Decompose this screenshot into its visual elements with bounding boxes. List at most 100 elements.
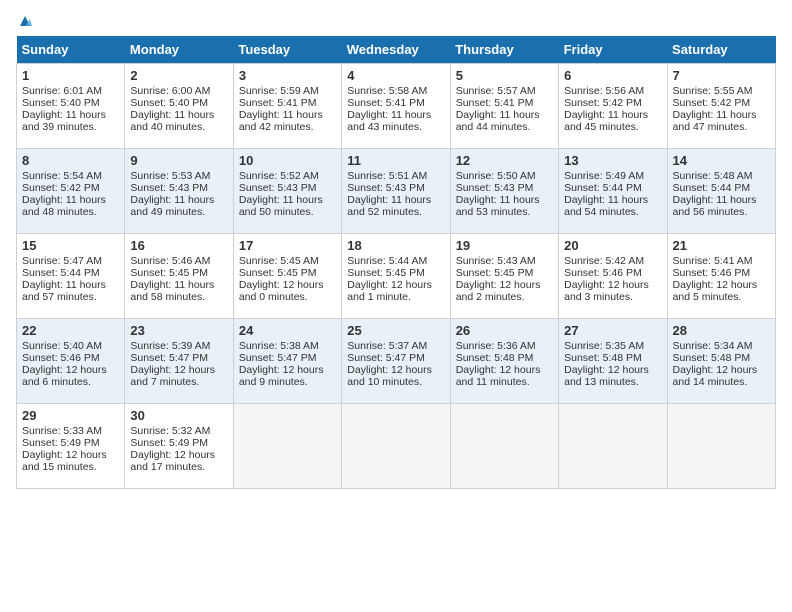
sunrise-text: Sunrise: 5:43 AM <box>456 255 536 267</box>
sunset-text: Sunset: 5:49 PM <box>22 437 100 449</box>
day-number: 19 <box>456 238 553 253</box>
calendar-cell: 22Sunrise: 5:40 AMSunset: 5:46 PMDayligh… <box>17 319 125 404</box>
sunset-text: Sunset: 5:41 PM <box>347 97 425 109</box>
calendar-cell: 15Sunrise: 5:47 AMSunset: 5:44 PMDayligh… <box>17 234 125 319</box>
daylight-text: Daylight: 12 hours and 1 minute. <box>347 279 432 303</box>
calendar-header-wednesday: Wednesday <box>342 36 450 64</box>
daylight-text: Daylight: 11 hours and 57 minutes. <box>22 279 106 303</box>
day-number: 4 <box>347 68 444 83</box>
sunset-text: Sunset: 5:46 PM <box>22 352 100 364</box>
daylight-text: Daylight: 12 hours and 17 minutes. <box>130 449 215 473</box>
day-number: 18 <box>347 238 444 253</box>
calendar-cell <box>342 404 450 489</box>
sunset-text: Sunset: 5:40 PM <box>130 97 208 109</box>
sunrise-text: Sunrise: 5:35 AM <box>564 340 644 352</box>
sunset-text: Sunset: 5:44 PM <box>22 267 100 279</box>
sunrise-text: Sunrise: 5:45 AM <box>239 255 319 267</box>
sunset-text: Sunset: 5:47 PM <box>130 352 208 364</box>
day-number: 29 <box>22 408 119 423</box>
calendar-cell: 8Sunrise: 5:54 AMSunset: 5:42 PMDaylight… <box>17 149 125 234</box>
sunrise-text: Sunrise: 5:46 AM <box>130 255 210 267</box>
sunrise-text: Sunrise: 5:48 AM <box>673 170 753 182</box>
day-number: 5 <box>456 68 553 83</box>
calendar-cell: 4Sunrise: 5:58 AMSunset: 5:41 PMDaylight… <box>342 64 450 149</box>
daylight-text: Daylight: 12 hours and 9 minutes. <box>239 364 324 388</box>
sunrise-text: Sunrise: 5:59 AM <box>239 85 319 97</box>
day-number: 23 <box>130 323 227 338</box>
sunset-text: Sunset: 5:47 PM <box>347 352 425 364</box>
daylight-text: Daylight: 12 hours and 2 minutes. <box>456 279 541 303</box>
daylight-text: Daylight: 11 hours and 47 minutes. <box>673 109 757 133</box>
sunset-text: Sunset: 5:42 PM <box>673 97 751 109</box>
sunrise-text: Sunrise: 6:01 AM <box>22 85 102 97</box>
sunrise-text: Sunrise: 5:33 AM <box>22 425 102 437</box>
calendar-cell: 17Sunrise: 5:45 AMSunset: 5:45 PMDayligh… <box>233 234 341 319</box>
calendar-cell: 5Sunrise: 5:57 AMSunset: 5:41 PMDaylight… <box>450 64 558 149</box>
sunset-text: Sunset: 5:40 PM <box>22 97 100 109</box>
sunrise-text: Sunrise: 5:50 AM <box>456 170 536 182</box>
page-header <box>16 16 776 28</box>
day-number: 13 <box>564 153 661 168</box>
calendar-cell: 21Sunrise: 5:41 AMSunset: 5:46 PMDayligh… <box>667 234 775 319</box>
calendar-cell: 1Sunrise: 6:01 AMSunset: 5:40 PMDaylight… <box>17 64 125 149</box>
calendar-header-sunday: Sunday <box>17 36 125 64</box>
sunset-text: Sunset: 5:45 PM <box>456 267 534 279</box>
calendar-cell: 6Sunrise: 5:56 AMSunset: 5:42 PMDaylight… <box>559 64 667 149</box>
daylight-text: Daylight: 11 hours and 53 minutes. <box>456 194 540 218</box>
day-number: 1 <box>22 68 119 83</box>
sunset-text: Sunset: 5:48 PM <box>673 352 751 364</box>
calendar-header-friday: Friday <box>559 36 667 64</box>
day-number: 8 <box>22 153 119 168</box>
daylight-text: Daylight: 12 hours and 11 minutes. <box>456 364 541 388</box>
calendar-header-monday: Monday <box>125 36 233 64</box>
daylight-text: Daylight: 11 hours and 45 minutes. <box>564 109 648 133</box>
day-number: 14 <box>673 153 770 168</box>
calendar-cell: 12Sunrise: 5:50 AMSunset: 5:43 PMDayligh… <box>450 149 558 234</box>
calendar-week-row: 15Sunrise: 5:47 AMSunset: 5:44 PMDayligh… <box>17 234 776 319</box>
daylight-text: Daylight: 11 hours and 42 minutes. <box>239 109 323 133</box>
sunset-text: Sunset: 5:44 PM <box>564 182 642 194</box>
sunset-text: Sunset: 5:47 PM <box>239 352 317 364</box>
day-number: 11 <box>347 153 444 168</box>
calendar-cell: 3Sunrise: 5:59 AMSunset: 5:41 PMDaylight… <box>233 64 341 149</box>
sunrise-text: Sunrise: 5:42 AM <box>564 255 644 267</box>
calendar-cell: 13Sunrise: 5:49 AMSunset: 5:44 PMDayligh… <box>559 149 667 234</box>
sunset-text: Sunset: 5:48 PM <box>456 352 534 364</box>
calendar-week-row: 29Sunrise: 5:33 AMSunset: 5:49 PMDayligh… <box>17 404 776 489</box>
calendar-cell: 10Sunrise: 5:52 AMSunset: 5:43 PMDayligh… <box>233 149 341 234</box>
calendar-cell: 2Sunrise: 6:00 AMSunset: 5:40 PMDaylight… <box>125 64 233 149</box>
sunset-text: Sunset: 5:42 PM <box>22 182 100 194</box>
calendar-header-row: SundayMondayTuesdayWednesdayThursdayFrid… <box>17 36 776 64</box>
daylight-text: Daylight: 12 hours and 13 minutes. <box>564 364 649 388</box>
logo <box>16 16 32 28</box>
daylight-text: Daylight: 12 hours and 14 minutes. <box>673 364 758 388</box>
sunset-text: Sunset: 5:46 PM <box>673 267 751 279</box>
sunrise-text: Sunrise: 5:40 AM <box>22 340 102 352</box>
day-number: 26 <box>456 323 553 338</box>
sunset-text: Sunset: 5:43 PM <box>239 182 317 194</box>
day-number: 2 <box>130 68 227 83</box>
day-number: 27 <box>564 323 661 338</box>
day-number: 10 <box>239 153 336 168</box>
daylight-text: Daylight: 11 hours and 58 minutes. <box>130 279 214 303</box>
calendar-cell: 28Sunrise: 5:34 AMSunset: 5:48 PMDayligh… <box>667 319 775 404</box>
daylight-text: Daylight: 12 hours and 6 minutes. <box>22 364 107 388</box>
sunrise-text: Sunrise: 5:54 AM <box>22 170 102 182</box>
sunset-text: Sunset: 5:45 PM <box>347 267 425 279</box>
logo-icon <box>18 14 32 28</box>
day-number: 7 <box>673 68 770 83</box>
calendar-cell <box>559 404 667 489</box>
daylight-text: Daylight: 12 hours and 3 minutes. <box>564 279 649 303</box>
calendar-week-row: 1Sunrise: 6:01 AMSunset: 5:40 PMDaylight… <box>17 64 776 149</box>
calendar-cell <box>667 404 775 489</box>
calendar-cell <box>233 404 341 489</box>
calendar-cell: 14Sunrise: 5:48 AMSunset: 5:44 PMDayligh… <box>667 149 775 234</box>
sunrise-text: Sunrise: 5:47 AM <box>22 255 102 267</box>
sunset-text: Sunset: 5:43 PM <box>347 182 425 194</box>
sunset-text: Sunset: 5:46 PM <box>564 267 642 279</box>
sunset-text: Sunset: 5:45 PM <box>130 267 208 279</box>
sunset-text: Sunset: 5:49 PM <box>130 437 208 449</box>
day-number: 25 <box>347 323 444 338</box>
sunset-text: Sunset: 5:44 PM <box>673 182 751 194</box>
sunrise-text: Sunrise: 5:32 AM <box>130 425 210 437</box>
